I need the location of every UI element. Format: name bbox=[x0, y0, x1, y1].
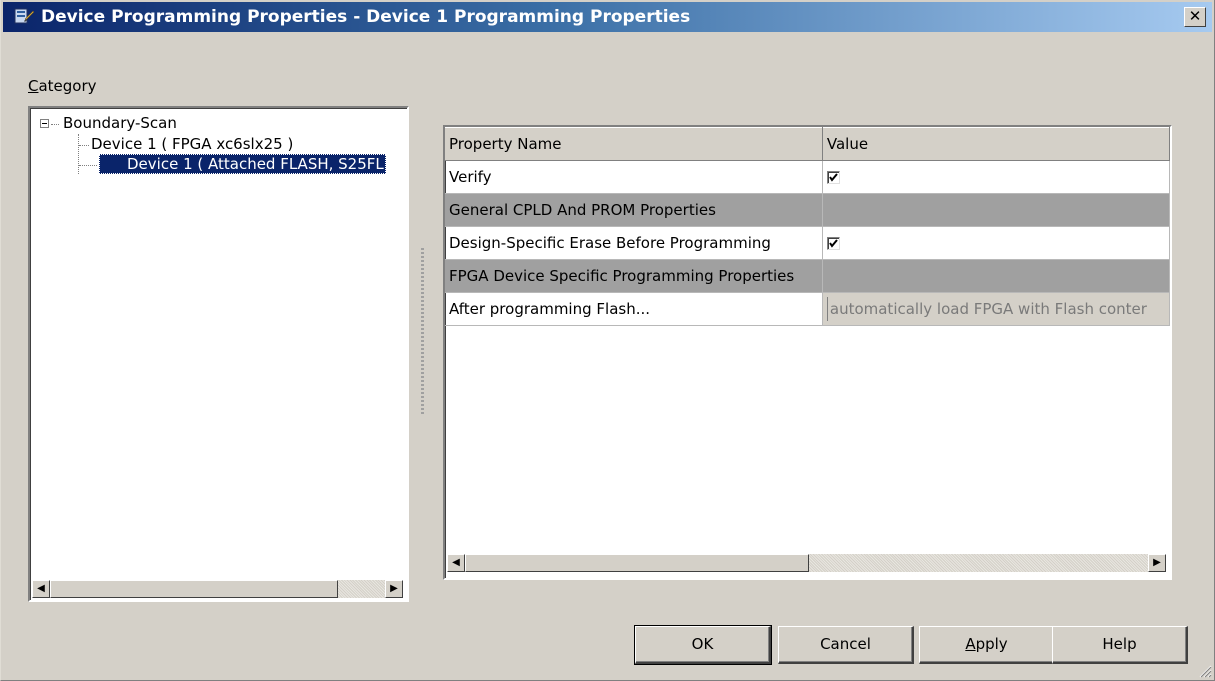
tree-connector bbox=[78, 134, 79, 174]
section-value bbox=[822, 193, 1170, 227]
tree-horizontal-scrollbar[interactable]: ◀ ▶ bbox=[32, 580, 403, 598]
scroll-thumb[interactable] bbox=[465, 554, 809, 572]
category-label: Category bbox=[28, 77, 97, 95]
apply-button[interactable]: Apply bbox=[919, 626, 1055, 664]
tree-item-device1-flash[interactable]: Device 1 ( Attached FLASH, S25FL bbox=[99, 154, 386, 174]
column-header-value[interactable]: Value bbox=[822, 127, 1170, 161]
scroll-left-button[interactable]: ◀ bbox=[447, 554, 465, 572]
grid-header-row: Property Name Value bbox=[445, 127, 1170, 161]
app-icon bbox=[13, 7, 35, 27]
scroll-left-button[interactable]: ◀ bbox=[32, 580, 50, 598]
property-row-verify[interactable]: Verify bbox=[445, 160, 1170, 194]
tree-connector bbox=[79, 145, 89, 146]
section-label: General CPLD And PROM Properties bbox=[445, 193, 823, 227]
close-icon: ✕ bbox=[1188, 7, 1202, 25]
category-label-rest: ategory bbox=[38, 77, 97, 95]
tree-connector bbox=[79, 165, 97, 166]
scroll-right-button[interactable]: ▶ bbox=[385, 580, 403, 598]
property-name: After programming Flash... bbox=[445, 292, 823, 326]
collapse-icon[interactable] bbox=[40, 119, 49, 128]
section-label: FPGA Device Specific Programming Propert… bbox=[445, 259, 823, 293]
verify-checkbox[interactable] bbox=[826, 171, 840, 184]
property-grid[interactable]: Property Name Value Verify General CPLD … bbox=[443, 125, 1172, 580]
grid-horizontal-scrollbar[interactable]: ◀ ▶ bbox=[447, 554, 1166, 572]
section-row-cpld-prom: General CPLD And PROM Properties bbox=[445, 193, 1170, 227]
category-label-accel: C bbox=[28, 77, 39, 95]
category-tree[interactable]: Boundary-Scan Device 1 ( FPGA xc6slx25 )… bbox=[28, 106, 409, 602]
property-value bbox=[822, 226, 1170, 260]
column-header-property-name[interactable]: Property Name bbox=[445, 127, 823, 161]
help-button[interactable]: Help bbox=[1052, 626, 1188, 664]
erase-checkbox[interactable] bbox=[826, 237, 840, 250]
window-title: Device Programming Properties - Device 1… bbox=[41, 7, 691, 27]
property-row-after-programming[interactable]: After programming Flash... automatically… bbox=[445, 292, 1170, 326]
title-bar[interactable]: Device Programming Properties - Device 1… bbox=[3, 2, 1212, 32]
property-value bbox=[822, 160, 1170, 194]
cancel-button[interactable]: Cancel bbox=[778, 626, 914, 664]
ok-button[interactable]: OK bbox=[634, 625, 772, 665]
property-value: automatically load FPGA with Flash conte… bbox=[822, 292, 1170, 326]
resize-grip-icon[interactable] bbox=[1198, 664, 1212, 678]
tree-item-boundary-scan[interactable]: Boundary-Scan bbox=[63, 113, 177, 133]
property-name: Verify bbox=[445, 160, 823, 194]
property-name: Design-Specific Erase Before Programming bbox=[445, 226, 823, 260]
dialog-window: Device Programming Properties - Device 1… bbox=[0, 0, 1215, 681]
tree-item-device1-fpga[interactable]: Device 1 ( FPGA xc6slx25 ) bbox=[91, 134, 293, 154]
scroll-thumb[interactable] bbox=[50, 580, 338, 598]
splitter-handle[interactable] bbox=[421, 248, 424, 416]
after-programming-field[interactable]: automatically load FPGA with Flash conte… bbox=[826, 297, 1147, 321]
tree-connector bbox=[51, 124, 59, 125]
section-row-fpga-specific: FPGA Device Specific Programming Propert… bbox=[445, 259, 1170, 293]
close-button[interactable]: ✕ bbox=[1184, 7, 1206, 27]
scroll-right-button[interactable]: ▶ bbox=[1148, 554, 1166, 572]
property-row-erase[interactable]: Design-Specific Erase Before Programming bbox=[445, 226, 1170, 260]
section-value bbox=[822, 259, 1170, 293]
property-table: Property Name Value Verify General CPLD … bbox=[445, 127, 1170, 326]
apply-rest: pply bbox=[975, 635, 1008, 653]
apply-accel: A bbox=[965, 635, 976, 653]
